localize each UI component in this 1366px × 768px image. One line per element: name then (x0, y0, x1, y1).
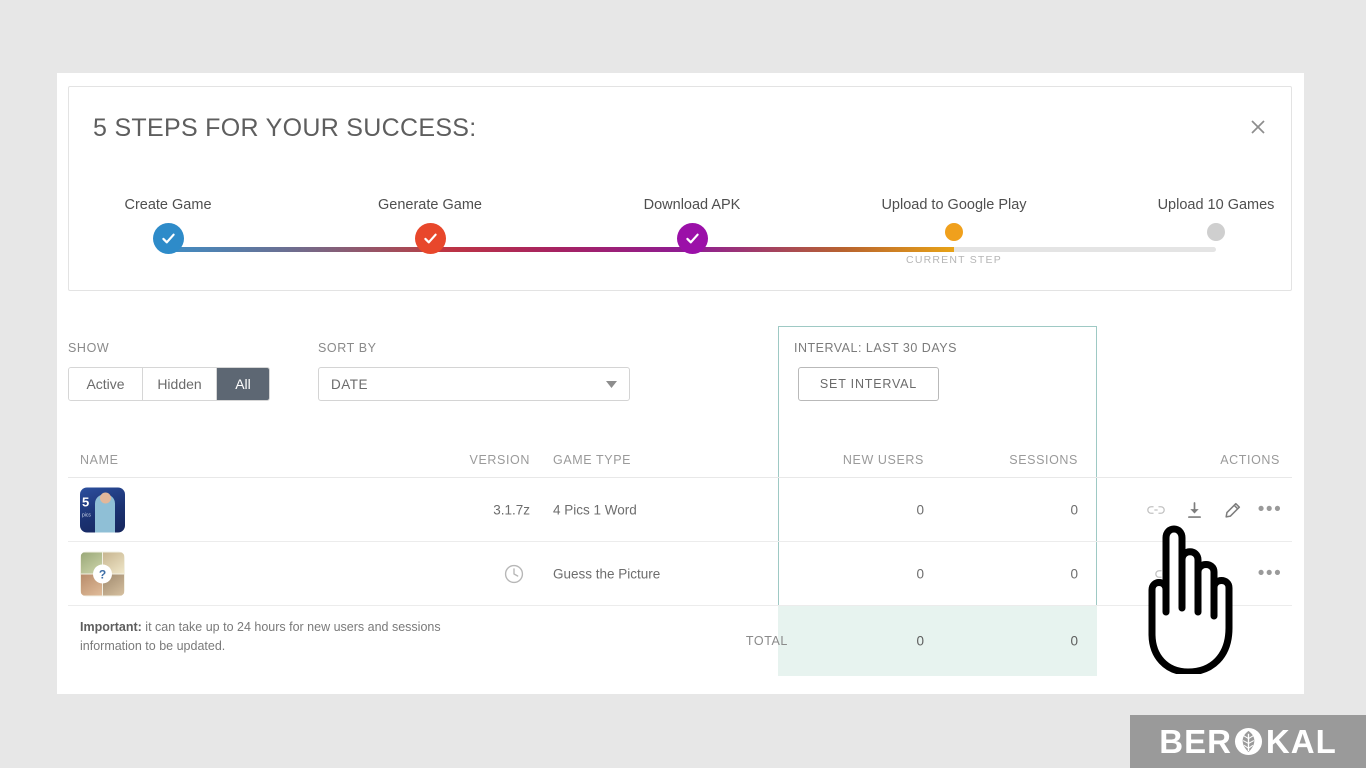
table-header-row: NAME VERSION GAME TYPE NEW USERS SESSION… (68, 440, 1292, 478)
cell-new-users: 0 (916, 502, 924, 518)
show-option-all[interactable]: All (217, 368, 269, 400)
total-sessions: 0 (1070, 633, 1078, 649)
thumbnail-caption: ? (93, 564, 112, 584)
clock-icon (503, 563, 525, 585)
step-label: Upload to Google Play (881, 197, 1027, 213)
download-icon[interactable] (1184, 500, 1204, 520)
step-download-apk[interactable]: Download APK (602, 197, 782, 254)
link-icon[interactable] (1146, 500, 1166, 520)
edit-pencil-icon[interactable] (1222, 500, 1242, 520)
check-icon (685, 233, 699, 244)
step-dot-done[interactable] (152, 223, 184, 254)
game-thumbnail[interactable]: ? (80, 551, 125, 597)
step-label: Generate Game (378, 197, 482, 213)
column-header-version: VERSION (469, 453, 530, 467)
show-filter-toggle-group[interactable]: Active Hidden All (68, 367, 270, 401)
show-filter-label: SHOW (68, 341, 110, 355)
step-upload-10-games[interactable]: Upload 10 Games (1126, 197, 1306, 246)
column-header-sessions: SESSIONS (1009, 453, 1078, 467)
dashboard-panel: 5 STEPS FOR YOUR SUCCESS: Create Game Ge… (57, 73, 1304, 694)
thumbnail-figure-head (100, 492, 111, 504)
games-table: NAME VERSION GAME TYPE NEW USERS SESSION… (68, 440, 1292, 676)
show-option-active[interactable]: Active (69, 368, 143, 400)
important-note: Important: it can take up to 24 hours fo… (80, 618, 460, 656)
row-actions: ••• (1154, 564, 1281, 584)
watermark: BER KAL (1130, 715, 1366, 768)
cell-version: 3.1.7z (493, 502, 530, 518)
leaf-circle-icon (1234, 727, 1264, 757)
watermark-text-left: BER (1159, 723, 1232, 760)
cell-game-type: Guess the Picture (553, 566, 661, 582)
set-interval-button[interactable]: SET INTERVAL (798, 367, 939, 401)
check-icon (423, 233, 437, 244)
show-option-hidden[interactable]: Hidden (143, 368, 217, 400)
step-dot-done[interactable] (676, 223, 708, 254)
step-dot-done[interactable] (414, 223, 446, 254)
step-label: Upload 10 Games (1157, 197, 1275, 213)
page-title: 5 STEPS FOR YOUR SUCCESS: (93, 114, 477, 142)
step-generate-game[interactable]: Generate Game (340, 197, 520, 254)
step-label: Download APK (643, 197, 741, 213)
progress-stepper: Create Game Generate Game Download APK U… (69, 197, 1293, 277)
cell-new-users: 0 (916, 566, 924, 582)
column-header-actions: ACTIONS (1220, 453, 1280, 467)
column-header-game-type: GAME TYPE (553, 453, 632, 467)
table-row[interactable]: 5 pics 3.1.7z 4 Pics 1 Word 0 0 ••• (68, 478, 1292, 542)
close-icon[interactable] (1245, 114, 1271, 140)
check-icon (161, 233, 175, 244)
chevron-down-icon (606, 380, 617, 388)
thumbnail-caption: pics (82, 512, 91, 519)
column-header-new-users: NEW USERS (842, 453, 924, 467)
more-options-icon[interactable]: ••• (1258, 500, 1281, 520)
link-icon[interactable] (1154, 564, 1174, 584)
steps-card: 5 STEPS FOR YOUR SUCCESS: Create Game Ge… (68, 86, 1292, 291)
table-row[interactable]: ? Guess the Picture 0 0 ••• (68, 542, 1292, 606)
important-note-bold: Important: (80, 620, 142, 634)
sort-by-value: DATE (331, 376, 369, 392)
step-label: Create Game (124, 197, 212, 213)
more-options-icon[interactable]: ••• (1258, 564, 1281, 584)
cell-sessions: 0 (1070, 566, 1078, 582)
watermark-text-right: KAL (1265, 723, 1337, 760)
sort-by-select[interactable]: DATE (318, 367, 630, 401)
cell-sessions: 0 (1070, 502, 1078, 518)
step-dot-current[interactable] (945, 223, 963, 241)
column-header-name: NAME (80, 453, 119, 467)
interval-label: INTERVAL: LAST 30 DAYS (794, 341, 957, 355)
row-actions: ••• (1146, 500, 1281, 520)
step-dot-pending[interactable] (1207, 223, 1225, 241)
cell-game-type: 4 Pics 1 Word (553, 502, 637, 518)
game-thumbnail[interactable]: 5 pics (80, 487, 125, 533)
step-create-game[interactable]: Create Game (78, 197, 258, 254)
total-new-users: 0 (916, 633, 924, 649)
sort-by-label: SORT BY (318, 341, 377, 355)
step-upload-to-google-play[interactable]: Upload to Google Play CURRENT STEP (864, 197, 1044, 266)
thumbnail-number: 5 (82, 494, 90, 510)
current-step-caption: CURRENT STEP (906, 254, 1002, 266)
table-footer: Important: it can take up to 24 hours fo… (68, 606, 1292, 676)
